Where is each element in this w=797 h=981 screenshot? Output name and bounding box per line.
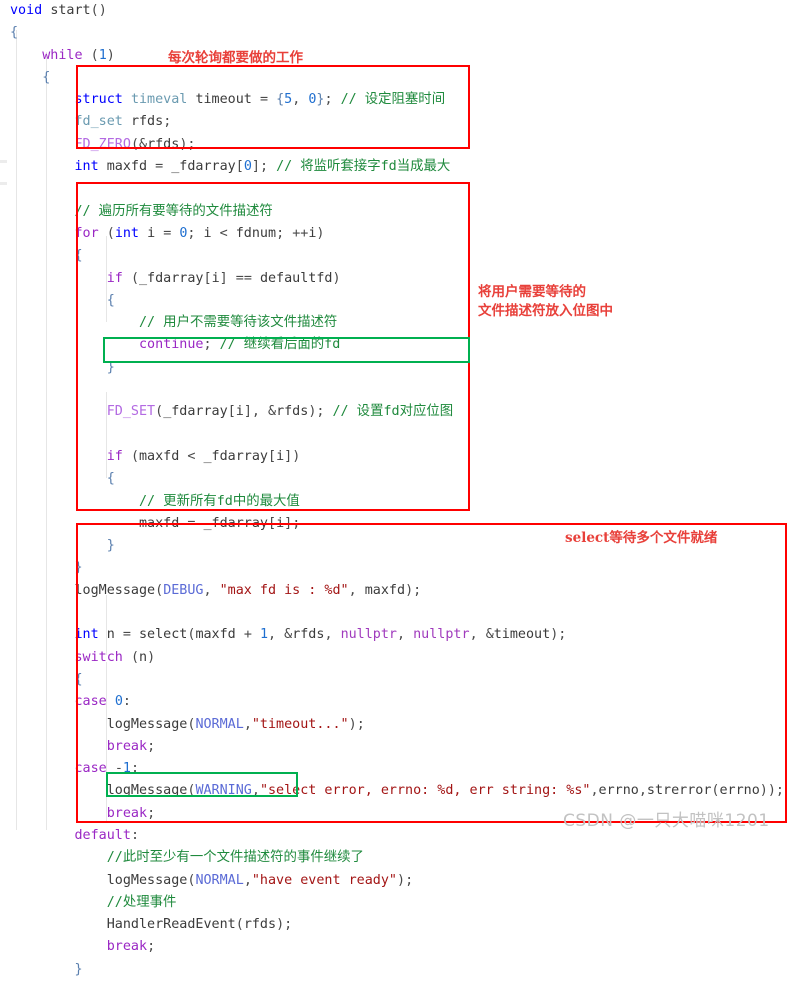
code-line[interactable]: // 遍历所有要等待的文件描述符 bbox=[0, 201, 797, 223]
code-line[interactable]: // 更新所有fd中的最大值 bbox=[0, 491, 797, 513]
csdn-watermark: CSDN @一只大喵咪1201 bbox=[563, 811, 770, 831]
code-line[interactable]: HandlerReadEvent(rfds); bbox=[0, 914, 797, 936]
code-line[interactable]: } bbox=[0, 959, 797, 981]
code-text-body[interactable]: void start(){ while (1) { struct timeval… bbox=[0, 0, 797, 981]
annotation-poll-work: 每次轮询都要做的工作 bbox=[168, 50, 303, 66]
code-line[interactable]: int maxfd = _fdarray[0]; // 将监听套接字fd当成最大 bbox=[0, 156, 797, 178]
code-line[interactable]: logMessage(NORMAL,"timeout..."); bbox=[0, 714, 797, 736]
code-line[interactable]: { bbox=[0, 669, 797, 691]
code-line[interactable]: for (int i = 0; i < fdnum; ++i) bbox=[0, 223, 797, 245]
code-line[interactable]: { bbox=[0, 245, 797, 267]
code-line[interactable] bbox=[0, 178, 797, 200]
code-line[interactable]: switch (n) bbox=[0, 647, 797, 669]
code-line[interactable]: //处理事件 bbox=[0, 892, 797, 914]
code-line[interactable] bbox=[0, 602, 797, 624]
code-line[interactable] bbox=[0, 379, 797, 401]
code-line[interactable]: logMessage(WARNING,"select error, errno:… bbox=[0, 780, 797, 802]
code-line[interactable]: struct timeval timeout = {5, 0}; // 设定阻塞… bbox=[0, 89, 797, 111]
code-line[interactable]: FD_SET(_fdarray[i], &rfds); // 设置fd对应位图 bbox=[0, 401, 797, 423]
code-line[interactable]: case -1: bbox=[0, 758, 797, 780]
code-line[interactable]: continue; // 继续看后面的fd bbox=[0, 334, 797, 356]
code-line[interactable]: FD_ZERO(&rfds); bbox=[0, 134, 797, 156]
code-line[interactable]: { bbox=[0, 290, 797, 312]
code-line[interactable]: } bbox=[0, 557, 797, 579]
code-line[interactable]: case 0: bbox=[0, 691, 797, 713]
code-line[interactable]: logMessage(NORMAL,"have event ready"); bbox=[0, 870, 797, 892]
annotation-select-note: select等待多个文件就绪 bbox=[565, 530, 718, 546]
code-line[interactable]: int n = select(maxfd + 1, &rfds, nullptr… bbox=[0, 624, 797, 646]
code-line[interactable]: fd_set rfds; bbox=[0, 111, 797, 133]
code-editor-canvas: void start(){ while (1) { struct timeval… bbox=[0, 0, 797, 977]
code-line[interactable]: } bbox=[0, 357, 797, 379]
code-line[interactable]: { bbox=[0, 22, 797, 44]
code-line[interactable]: { bbox=[0, 468, 797, 490]
code-line[interactable]: while (1) bbox=[0, 45, 797, 67]
annotation-bitmap-note: 将用户需要等待的 文件描述符放入位图中 bbox=[478, 284, 613, 319]
code-line[interactable]: if (maxfd < _fdarray[i]) bbox=[0, 446, 797, 468]
code-line[interactable]: // 用户不需要等待该文件描述符 bbox=[0, 312, 797, 334]
code-line[interactable]: break; bbox=[0, 736, 797, 758]
code-line[interactable]: logMessage(DEBUG, "max fd is : %d", maxf… bbox=[0, 580, 797, 602]
code-line[interactable]: { bbox=[0, 67, 797, 89]
code-line[interactable]: //此时至少有一个文件描述符的事件继续了 bbox=[0, 847, 797, 869]
code-line[interactable]: break; bbox=[0, 936, 797, 958]
code-line[interactable]: if (_fdarray[i] == defaultfd) bbox=[0, 268, 797, 290]
code-line[interactable]: void start() bbox=[0, 0, 797, 22]
code-line[interactable] bbox=[0, 424, 797, 446]
